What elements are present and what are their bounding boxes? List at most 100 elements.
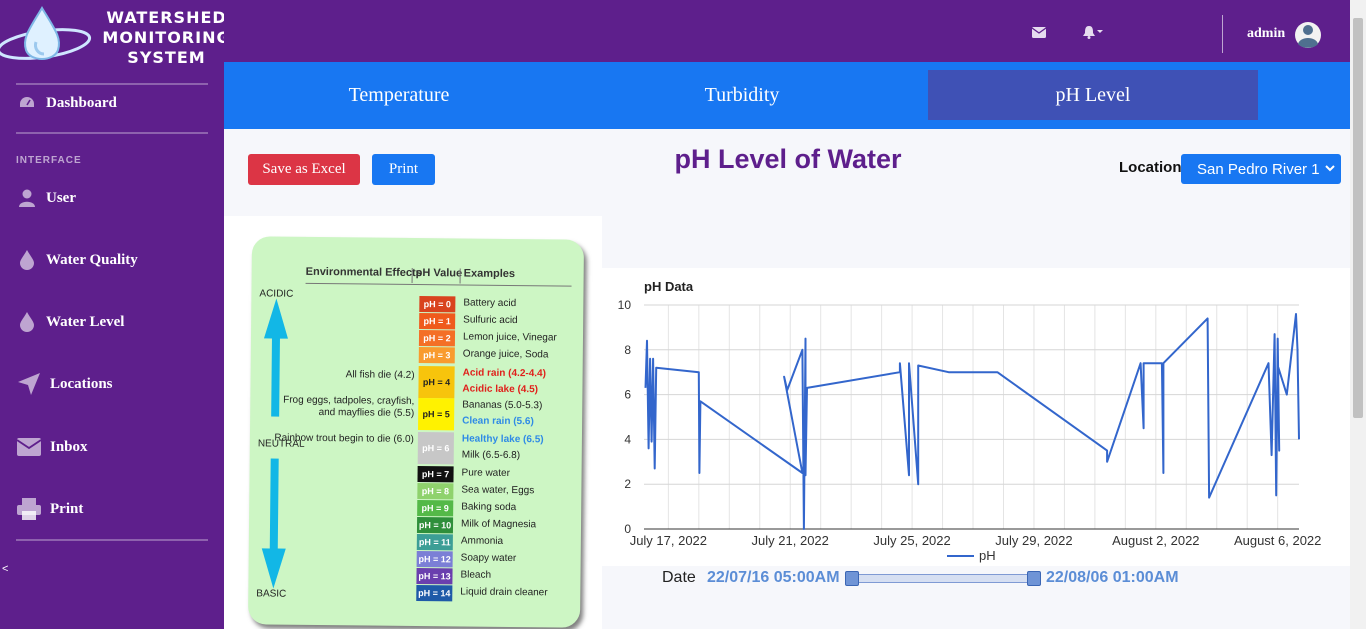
ph-value-box: pH = 10	[416, 517, 454, 534]
sidebar-item-label: Inbox	[50, 438, 88, 455]
sidebar-item-locations[interactable]: Locations	[0, 364, 224, 404]
tab-ph-level[interactable]: pH Level	[928, 70, 1258, 120]
chart-title: pH Data	[644, 279, 694, 294]
ph-example: Acid rain (4.2-4.4)	[462, 367, 547, 380]
bell-icon[interactable]	[1083, 22, 1105, 42]
date-range-end-handle[interactable]	[1027, 571, 1041, 586]
date-range-slider[interactable]	[852, 574, 1032, 583]
save-as-excel-button[interactable]: Save as Excel	[248, 154, 360, 185]
ph-example: Lemon juice, Vinegar	[462, 331, 557, 344]
ph-example: Pure water	[461, 467, 510, 479]
x-tick-label: July 21, 2022	[752, 533, 829, 548]
y-tick-label: 4	[624, 432, 631, 446]
user-icon	[16, 187, 38, 209]
y-tick-label: 8	[624, 343, 631, 357]
ph-value-box: pH = 14	[416, 585, 453, 602]
x-tick-label: August 2, 2022	[1112, 533, 1199, 548]
ph-environmental-effect: Frog eggs, tadpoles, crayfish, and mayfl…	[283, 394, 415, 419]
date-range-label: Date	[662, 569, 696, 586]
ph-value-box: pH = 9	[417, 500, 454, 517]
envelope-icon	[16, 436, 42, 458]
x-tick-label: August 6, 2022	[1234, 533, 1321, 548]
water-drop-logo-icon	[0, 6, 92, 60]
ph-example: Bleach	[460, 569, 492, 581]
ph-environmental-effect: All fish die (4.2)	[345, 369, 415, 381]
ph-header-examples: Examples	[463, 267, 516, 281]
sidebar-divider	[16, 132, 208, 134]
ph-value-box: pH = 13	[416, 568, 453, 585]
page-title: pH Level of Water	[674, 144, 902, 174]
topbar-divider	[1222, 15, 1223, 53]
y-tick-label: 6	[624, 388, 631, 402]
location-label: Location	[1119, 159, 1182, 176]
sidebar-item-dashboard[interactable]: Dashboard	[0, 83, 224, 123]
tachometer-icon	[16, 92, 38, 114]
chevron-down-icon	[1325, 165, 1335, 172]
ph-scale-image: Environmental Effects pH Value Examples …	[224, 216, 602, 629]
sidebar-item-label: Dashboard	[46, 94, 117, 111]
sidebar-toggle-button[interactable]: <	[2, 563, 8, 575]
tab-temperature[interactable]: Temperature	[224, 70, 574, 120]
sidebar: WATERSHED MONITORING SYSTEM Dashboard IN…	[0, 0, 230, 629]
date-range-start-handle[interactable]	[845, 571, 859, 586]
ph-value-box: pH = 4	[418, 366, 455, 399]
date-range-end: 22/08/06 01:00AM	[1046, 569, 1179, 586]
ph-header-value: pH Value	[415, 266, 463, 280]
ph-example: Liquid drain cleaner	[460, 586, 548, 599]
ph-example: Ammonia	[460, 535, 504, 547]
sidebar-item-user[interactable]: User	[0, 178, 224, 218]
ph-example: Acidic lake (4.5)	[462, 383, 539, 396]
sidebar-heading: INTERFACE	[16, 155, 82, 166]
page-scrollbar[interactable]	[1350, 0, 1366, 629]
brand[interactable]: WATERSHED MONITORING SYSTEM	[0, 0, 230, 70]
location-arrow-icon	[16, 373, 42, 395]
date-range-start: 22/07/16 05:00AM	[707, 569, 840, 586]
y-tick-label: 2	[624, 477, 631, 491]
ph-value-box: pH = 3	[418, 347, 455, 364]
sidebar-item-label: User	[46, 189, 76, 206]
ph-example: Healthy lake (6.5)	[461, 433, 544, 446]
ph-example: Sea water, Eggs	[461, 484, 535, 497]
ph-value-box: pH = 0	[419, 296, 456, 313]
x-tick-label: July 17, 2022	[630, 533, 707, 548]
topbar: admin	[224, 0, 1350, 62]
ph-chart: pH Data 0 2 4 6 8 10 July 17, 2022 July 21, 2022…	[602, 268, 1350, 566]
ph-value-box: pH = 12	[416, 551, 453, 568]
sidebar-item-label: Water Quality	[46, 251, 138, 268]
ph-value-box: pH = 6	[417, 432, 454, 465]
sidebar-item-water-quality[interactable]: Water Quality	[0, 240, 224, 280]
sidebar-item-label: Water Level	[46, 313, 125, 330]
drop-icon	[16, 249, 38, 271]
y-tick-label: 10	[618, 298, 632, 312]
ph-example: Bananas (5.0-5.3)	[462, 399, 543, 412]
location-select-value: San Pedro River 1	[1197, 160, 1320, 178]
ph-example: Baking soda	[461, 501, 517, 514]
scrollbar-thumb[interactable]	[1353, 18, 1363, 418]
user-name[interactable]: admin	[1247, 26, 1285, 42]
ph-value-box: pH = 7	[417, 466, 454, 483]
ph-example: Sulfuric acid	[463, 314, 518, 327]
ph-chart-svg: pH Data0246810July 17, 2022 July 21, 2022…	[618, 279, 1322, 563]
ph-header-separator	[459, 268, 461, 284]
ph-header-separator	[411, 267, 413, 283]
ph-environmental-effect: Rainbow trout begin to die (6.0)	[274, 432, 414, 445]
tab-turbidity[interactable]: Turbidity	[588, 70, 896, 120]
ph-header-rule	[305, 282, 572, 287]
sidebar-item-inbox[interactable]: Inbox	[0, 427, 224, 467]
sidebar-item-water-level[interactable]: Water Level	[0, 302, 224, 342]
ph-value-box: pH = 1	[419, 313, 456, 330]
basic-label: BASIC	[256, 588, 287, 600]
x-tick-label: July 25, 2022	[873, 533, 950, 548]
location-select[interactable]: San Pedro River 1	[1181, 154, 1341, 184]
sidebar-item-print[interactable]: Print	[0, 489, 224, 529]
ph-example: Battery acid	[463, 297, 517, 310]
sidebar-divider	[16, 539, 208, 541]
envelope-icon[interactable]	[1032, 22, 1046, 42]
sidebar-item-label: Locations	[50, 375, 113, 392]
ph-value-box: pH = 8	[417, 483, 454, 500]
sidebar-item-label: Print	[50, 500, 84, 517]
user-avatar-icon[interactable]	[1295, 20, 1321, 50]
x-tick-label: July 29, 2022	[995, 533, 1072, 548]
print-button[interactable]: Print	[372, 154, 435, 185]
ph-scale-card: Environmental Effects pH Value Examples …	[247, 236, 585, 628]
